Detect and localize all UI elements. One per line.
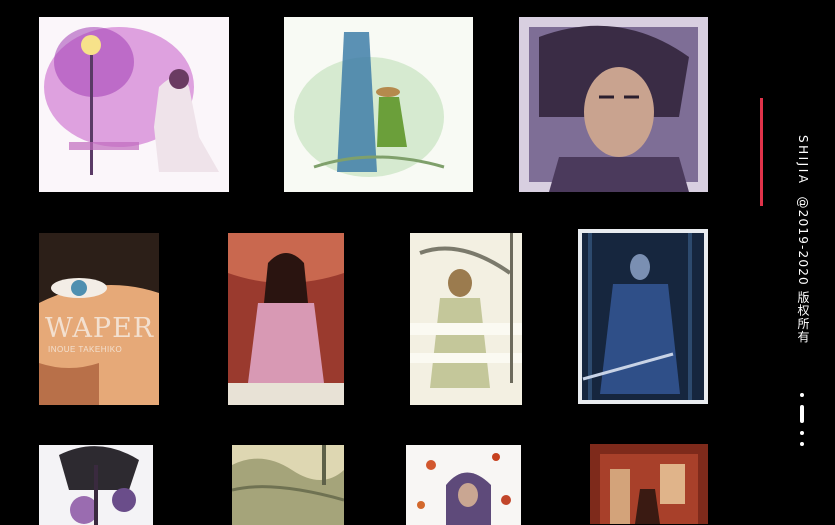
- gallery-image[interactable]: [410, 233, 522, 405]
- brand-name: SHIJIA: [796, 135, 810, 186]
- page-dot[interactable]: [800, 442, 804, 446]
- gallery-image-cover[interactable]: WAPER INOUE TAKEHIKO: [39, 233, 159, 405]
- page-dot-active[interactable]: [800, 405, 804, 423]
- copyright-text: @2019-2020 版权所有: [796, 196, 810, 344]
- gallery-image[interactable]: [39, 17, 229, 192]
- gallery-image[interactable]: [406, 445, 521, 525]
- gallery-image[interactable]: [228, 233, 344, 405]
- gallery-image[interactable]: [232, 445, 344, 525]
- gallery-image[interactable]: [519, 17, 708, 192]
- cover-title: WAPER: [45, 313, 155, 344]
- page-indicator[interactable]: [799, 393, 805, 449]
- page-dot[interactable]: [800, 393, 804, 397]
- gallery-image[interactable]: [39, 445, 153, 525]
- cover-subtitle: INOUE TAKEHIKO: [48, 345, 123, 354]
- page-dot[interactable]: [800, 431, 804, 435]
- gallery-image[interactable]: [284, 17, 473, 192]
- accent-line: [760, 98, 763, 206]
- gallery-image[interactable]: [590, 444, 708, 524]
- sidebar-copyright: SHIJIA @2019-2020 版权所有: [795, 135, 812, 344]
- gallery-image[interactable]: [578, 229, 708, 404]
